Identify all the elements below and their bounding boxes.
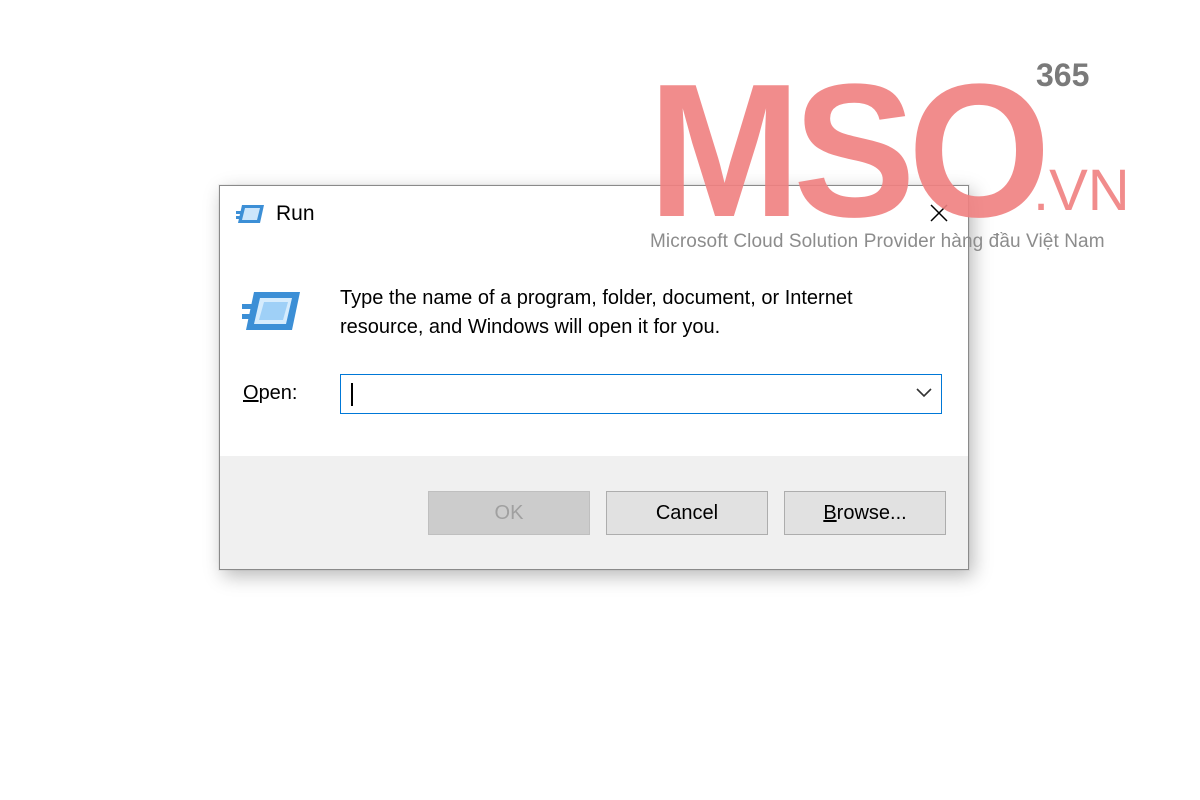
logo-vn-text: .VN <box>1033 158 1130 223</box>
dropdown-button[interactable] <box>913 383 935 405</box>
cancel-button-label: Cancel <box>655 501 719 524</box>
logo-tagline: Microsoft Cloud Solution Provider hàng đ… <box>650 231 1105 252</box>
browse-accesskey: B <box>823 501 837 524</box>
browse-button[interactable]: Browse... <box>784 491 946 535</box>
dialog-title: Run <box>276 202 315 225</box>
dialog-content: Type the name of a program, folder, docu… <box>220 244 968 456</box>
cancel-button[interactable]: Cancel <box>606 491 768 535</box>
open-label-accesskey: O <box>243 382 259 404</box>
logo-365-text: 365 <box>1036 57 1089 93</box>
run-app-icon <box>236 202 266 226</box>
chevron-down-icon <box>916 385 932 403</box>
logo-brand-text: MSO <box>648 56 1043 257</box>
page: Run Type the name of a program, folder, … <box>0 0 1200 800</box>
browse-button-label: rowse... <box>836 501 907 524</box>
open-combobox[interactable] <box>340 374 942 414</box>
open-input[interactable] <box>349 379 889 409</box>
run-program-icon <box>242 288 302 334</box>
text-caret <box>351 383 353 406</box>
ok-button[interactable]: OK <box>428 491 590 535</box>
ok-button-label: OK <box>494 501 524 524</box>
open-label: Open: <box>243 382 298 405</box>
dialog-description: Type the name of a program, folder, docu… <box>340 287 853 338</box>
open-label-text: pen: <box>258 382 298 404</box>
